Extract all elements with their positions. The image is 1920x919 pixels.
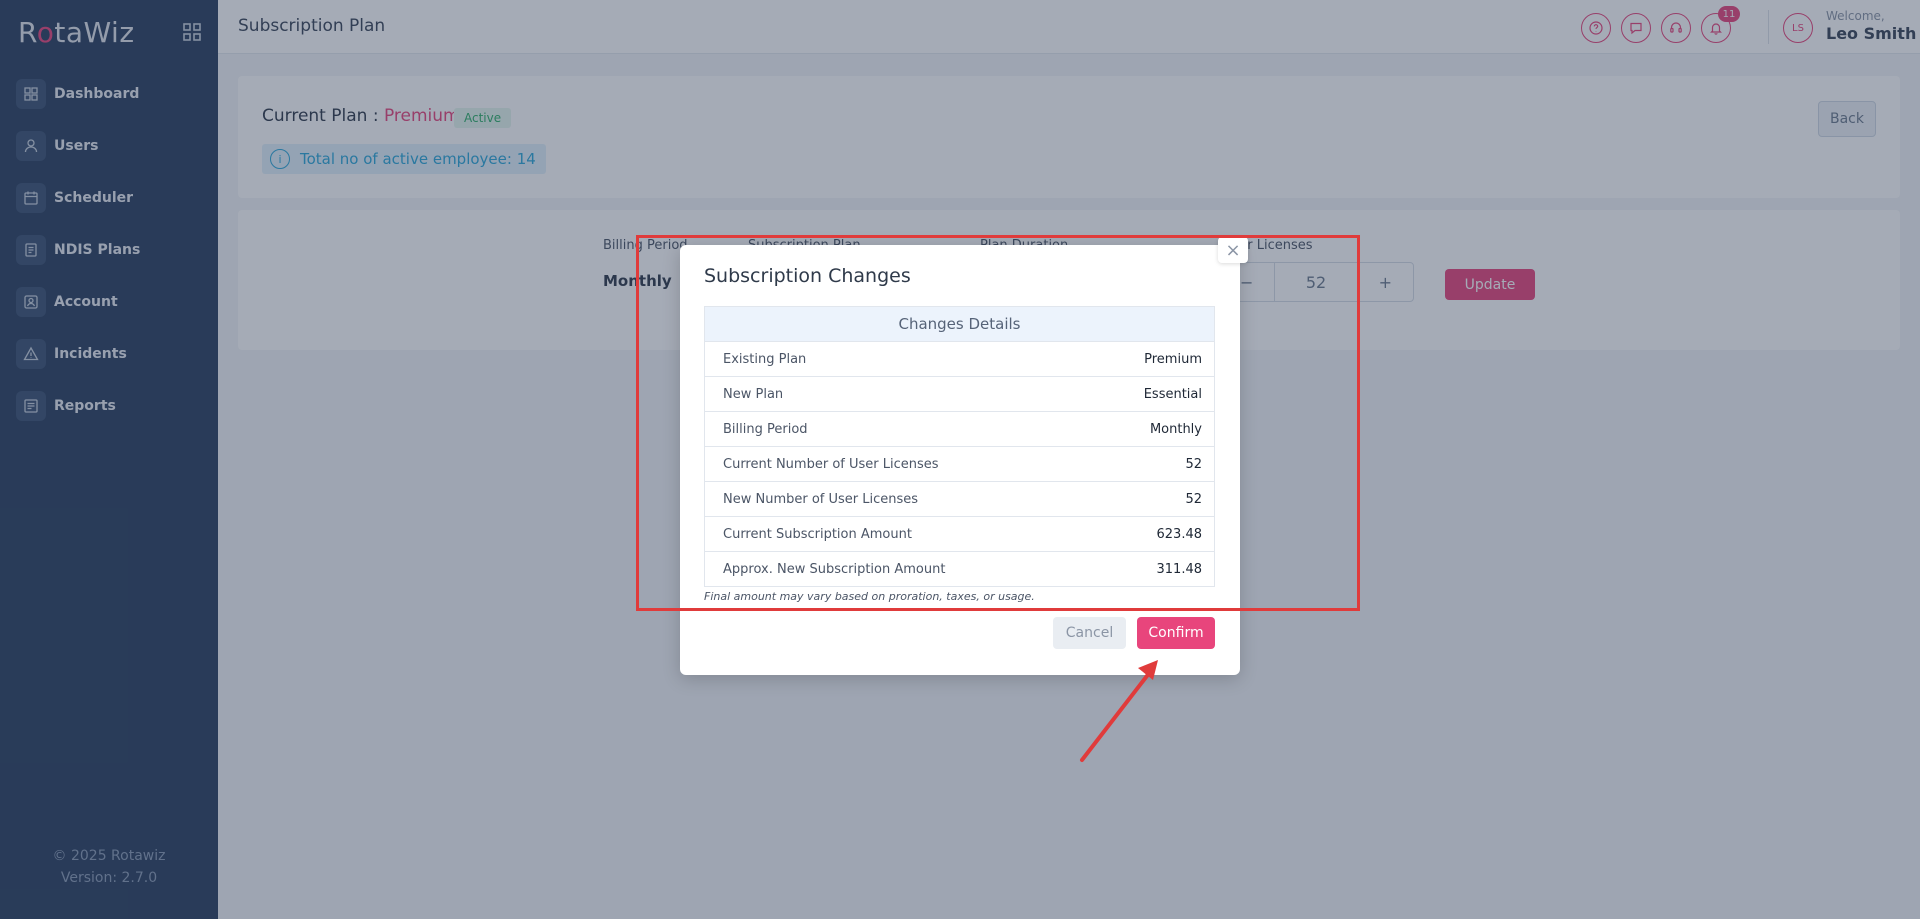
annotation-arrow-icon <box>1080 660 1158 762</box>
